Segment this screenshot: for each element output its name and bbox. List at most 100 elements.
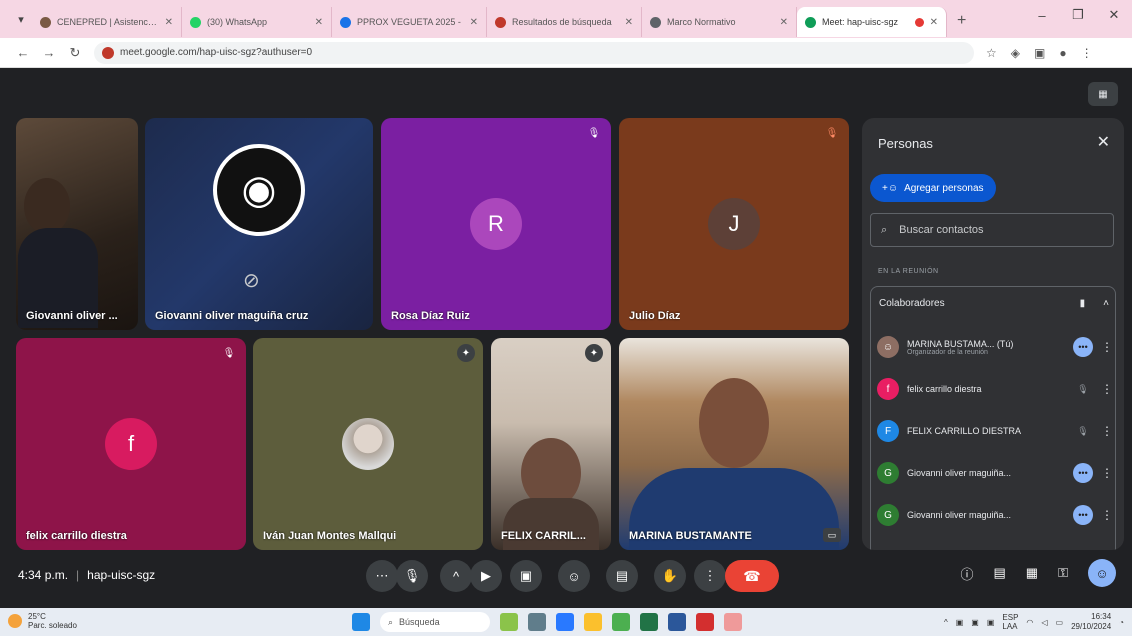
video-tile[interactable]: Giovanni oliver ... — [16, 118, 138, 330]
participant-more-icon[interactable]: ⋮ — [1101, 424, 1113, 438]
tab-search-icon[interactable]: ▾ — [10, 8, 32, 30]
start-windows-icon[interactable] — [352, 613, 370, 631]
participant-more-icon[interactable]: ⋮ — [1101, 508, 1113, 522]
file-explorer-icon[interactable] — [584, 613, 602, 631]
task-view-icon[interactable] — [528, 613, 546, 631]
meet-activities-icon[interactable]: ▦ — [1088, 82, 1118, 106]
tray-app-icon[interactable]: ▣ — [956, 618, 964, 627]
video-tile[interactable]: 🎙 R Rosa Díaz Ruiz — [381, 118, 611, 330]
participant-role: Organizador de la reunión — [907, 348, 988, 356]
collapse-icon[interactable]: ˄ — [1103, 298, 1109, 309]
participant-row[interactable]: F FELIX CARRILLO DIESTRA 🎙 ⋮ — [877, 411, 1113, 451]
clock[interactable]: 16:34 29/10/2024 — [1071, 612, 1111, 632]
meeting-info: 4:34 p.m. | hap-uisc-sgz — [18, 568, 155, 582]
app-icon[interactable] — [724, 613, 742, 631]
video-tile[interactable]: 🎙 f felix carrillo diestra — [16, 338, 246, 550]
participant-name: Giovanni oliver maguiña... — [907, 468, 1012, 478]
chrome-browser-icon[interactable] — [612, 613, 630, 631]
activities-icon[interactable]: ▦ — [1026, 565, 1038, 581]
video-tile[interactable]: 🎙 J Julio Díaz — [619, 118, 849, 330]
language-indicator[interactable]: ESP LAA — [1002, 613, 1018, 631]
video-tile[interactable]: ✦ Iván Juan Montes Mallqui — [253, 338, 483, 550]
profile-icon[interactable]: ● — [1059, 46, 1066, 60]
weather-widget[interactable]: 25°C Parc. soleado — [8, 612, 77, 630]
excel-icon[interactable] — [640, 613, 658, 631]
browser-tab[interactable]: CENEPRED | Asistencia té ✕ — [32, 7, 182, 37]
contributors-group: Colaboradores ▮ ˄ ☺ MARINA BUSTAMA... (T… — [870, 286, 1116, 550]
speaking-icon: ••• — [1073, 337, 1093, 357]
widgets-icon[interactable] — [500, 613, 518, 631]
video-tile[interactable]: ✦ FELIX CARRIL... — [491, 338, 611, 550]
url-text: meet.google.com/hap-uisc-sgz?authuser=0 — [120, 47, 313, 58]
meeting-details-icon[interactable]: ⓘ — [960, 564, 973, 583]
browser-tab[interactable]: Resultados de búsqueda ✕ — [487, 7, 642, 37]
tab-close-icon[interactable]: ✕ — [780, 17, 788, 28]
camera-button[interactable]: ▶ — [470, 560, 502, 592]
participant-row[interactable]: f felix carrillo diestra 🎙 ⋮ — [877, 369, 1113, 409]
camera-options-icon[interactable]: ^ — [440, 560, 472, 592]
extension-icon[interactable]: ◈ — [1011, 46, 1020, 60]
mic-options-icon[interactable]: ⋯ — [366, 560, 398, 592]
add-people-button[interactable]: +☺ Agregar personas — [870, 174, 996, 202]
host-controls-icon[interactable]: ⚿ — [1058, 565, 1068, 581]
word-icon[interactable] — [668, 613, 686, 631]
group-header[interactable]: Colaboradores ▮ ˄ — [879, 287, 1109, 319]
participant-more-icon[interactable]: ⋮ — [1101, 340, 1113, 354]
browser-menu-icon[interactable]: ⋮ — [1081, 46, 1093, 60]
close-panel-icon[interactable]: ✕ — [1097, 132, 1110, 152]
camera-off-icon: ⊘ — [243, 270, 260, 292]
restore-icon[interactable]: ❐ — [1060, 0, 1096, 30]
browser-tab[interactable]: Marco Normativo ✕ — [642, 7, 797, 37]
raise-hand-button[interactable]: ✋ — [654, 560, 686, 592]
acrobat-icon[interactable] — [696, 613, 714, 631]
captions-button[interactable]: ▣ — [510, 560, 542, 592]
participant-more-icon[interactable]: ⋮ — [1101, 466, 1113, 480]
tab-close-icon[interactable]: ✕ — [930, 17, 938, 28]
microphone-button[interactable]: 🎙 — [396, 560, 428, 592]
participant-row[interactable]: ☺ MARINA BUSTAMA... (Tú) Organizador de … — [877, 327, 1113, 367]
forward-icon[interactable]: → — [36, 45, 62, 60]
tab-close-icon[interactable]: ✕ — [470, 17, 478, 28]
wifi-icon[interactable]: ◠ — [1026, 618, 1033, 627]
browser-tab[interactable]: (30) WhatsApp ✕ — [182, 7, 332, 37]
browser-tab[interactable]: PPROX VEGUETA 2025 - ✕ — [332, 7, 487, 37]
reload-icon[interactable]: ↻ — [62, 45, 88, 61]
back-icon[interactable]: ← — [10, 45, 36, 60]
volume-icon[interactable]: ◁ — [1041, 618, 1047, 627]
present-button[interactable]: ▤ — [606, 560, 638, 592]
site-info-icon[interactable] — [102, 46, 114, 59]
section-label: EN LA REUNIÓN — [878, 268, 939, 275]
battery-icon[interactable]: ▭ — [1056, 618, 1064, 627]
close-window-icon[interactable]: ✕ — [1096, 0, 1132, 30]
video-tile-self[interactable]: ▭ MARINA BUSTAMANTE — [619, 338, 849, 550]
tab-close-icon[interactable]: ✕ — [165, 17, 173, 28]
edge-browser-icon[interactable] — [556, 613, 574, 631]
participant-avatar: R — [470, 198, 522, 250]
tab-title: Marco Normativo — [667, 17, 736, 27]
participant-row[interactable]: G Giovanni oliver maguiña... ••• ⋮ — [877, 495, 1113, 535]
search-contacts-input[interactable]: ⌕ Buscar contactos — [870, 213, 1114, 247]
reactions-button[interactable]: ☺ — [558, 560, 590, 592]
more-options-button[interactable]: ⋮ — [694, 560, 726, 592]
notifications-icon[interactable]: ◔ — [1119, 618, 1124, 627]
participant-more-icon[interactable]: ⋮ — [1101, 382, 1113, 396]
tray-chevron-icon[interactable]: ^ — [944, 618, 948, 627]
mute-all-icon[interactable]: ▮ — [1080, 298, 1086, 309]
participant-row[interactable]: G Giovanni oliver maguiña... ••• ⋮ — [877, 453, 1113, 493]
video-tile[interactable]: ◉ ⊘ Giovanni oliver maguiña cruz — [145, 118, 373, 330]
people-button-icon[interactable]: ☺ — [1088, 559, 1116, 587]
leave-call-button[interactable]: ☎ — [725, 560, 779, 592]
taskbar-search[interactable]: ⌕ Búsqueda — [380, 612, 490, 632]
tray-app-icon[interactable]: ▣ — [987, 618, 995, 627]
browser-tab-active[interactable]: Meet: hap-uisc-sgz ✕ — [797, 7, 947, 37]
minimize-icon[interactable]: – — [1024, 0, 1060, 30]
chat-icon[interactable]: ▤ — [994, 565, 1006, 581]
bookmark-star-icon[interactable]: ☆ — [986, 46, 997, 60]
new-tab-icon[interactable]: + — [947, 12, 976, 30]
tab-close-icon[interactable]: ✕ — [625, 17, 633, 28]
tray-app-icon[interactable]: ▣ — [971, 618, 979, 627]
tab-close-icon[interactable]: ✕ — [315, 17, 323, 28]
pip-icon[interactable]: ▭ — [823, 528, 841, 542]
url-input[interactable]: meet.google.com/hap-uisc-sgz?authuser=0 — [94, 41, 974, 64]
extensions-puzzle-icon[interactable]: ▣ — [1034, 46, 1045, 60]
